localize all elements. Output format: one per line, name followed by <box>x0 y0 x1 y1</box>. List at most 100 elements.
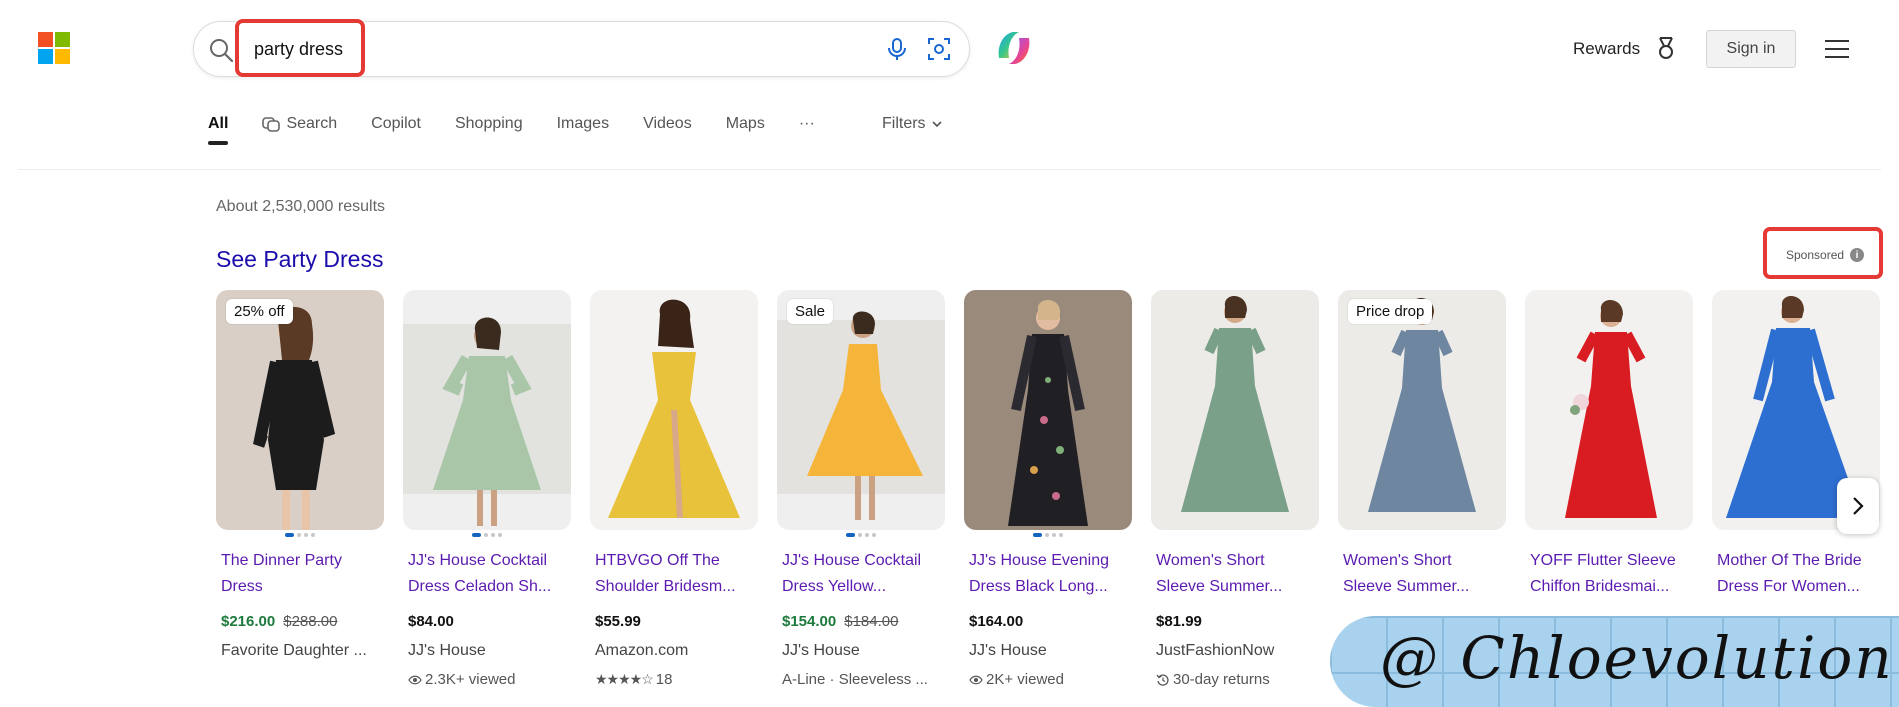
yellow-cocktail-dress-image <box>777 290 945 530</box>
view-count: 2.3K+ viewed <box>425 671 516 688</box>
product-price: $55.99 <box>595 613 641 630</box>
view-count: 2K+ viewed <box>986 671 1064 688</box>
product-title[interactable]: JJ's House Cocktail Dress Yellow... <box>782 548 942 600</box>
search-icon[interactable] <box>208 37 234 63</box>
price: $84.00 <box>408 613 454 630</box>
product-meta: 2K+ viewed <box>969 671 1131 688</box>
product-title[interactable]: JJ's House Cocktail Dress Celadon Sh... <box>408 548 568 600</box>
sale-price: $216.00 <box>221 613 276 630</box>
product-image[interactable]: 25% off <box>216 290 384 530</box>
product-title[interactable]: Women's Short Sleeve Summer... <box>1156 548 1316 600</box>
product-card[interactable]: Price drop Women's Short Sleeve Summer..… <box>1338 290 1506 595</box>
tab-images[interactable]: Images <box>557 115 609 145</box>
search-box[interactable]: party dress <box>193 19 970 77</box>
chevron-right-icon <box>1853 497 1864 515</box>
watermark-text: @ Chloevolution <box>1380 624 1894 692</box>
product-meta: 30-day returns <box>1156 671 1318 688</box>
ad-section-title[interactable]: See Party Dress <box>216 246 383 273</box>
hamburger-menu-icon[interactable] <box>1824 38 1850 60</box>
rewards-link[interactable]: Rewards <box>1573 39 1640 59</box>
header-divider <box>18 169 1881 170</box>
sale-badge: Sale <box>787 299 834 324</box>
tab-search[interactable]: Search <box>262 115 337 145</box>
product-image[interactable]: Sale <box>777 290 945 530</box>
eye-icon <box>408 675 422 684</box>
image-pager-dots[interactable] <box>777 533 945 537</box>
more-dots-icon: ··· <box>798 115 815 132</box>
product-title[interactable]: Women's Short Sleeve Summer... <box>1343 548 1503 600</box>
tab-label: Search <box>286 115 338 132</box>
tab-copilot[interactable]: Copilot <box>371 115 421 145</box>
product-title[interactable]: JJ's House Evening Dress Black Long... <box>969 548 1129 600</box>
product-attributes: A-Line · Sleeveless ... <box>782 671 928 688</box>
rewards-medal-icon[interactable] <box>1653 35 1679 61</box>
product-seller: JJ's House <box>782 642 860 659</box>
info-icon[interactable]: i <box>1850 248 1865 262</box>
copilot-icon[interactable] <box>993 28 1035 68</box>
product-card[interactable]: HTBVGO Off The Shoulder Bridesm... $55.9… <box>590 290 758 688</box>
image-pager-dots[interactable] <box>964 533 1132 537</box>
carousel-next-button[interactable] <box>1837 478 1879 534</box>
product-title[interactable]: YOFF Flutter Sleeve Chiffon Bridesmai... <box>1530 548 1690 600</box>
tab-label: Images <box>556 115 610 132</box>
price: $81.99 <box>1156 613 1202 630</box>
microsoft-logo[interactable] <box>38 32 70 64</box>
product-card[interactable]: 25% off The Dinner Party Dress $216.00 $2… <box>216 290 384 659</box>
product-price: $84.00 <box>408 613 454 630</box>
product-image[interactable] <box>1151 290 1319 530</box>
product-price: $164.00 <box>969 613 1023 630</box>
original-price: $184.00 <box>844 613 899 630</box>
product-title[interactable]: HTBVGO Off The Shoulder Bridesm... <box>595 548 755 600</box>
product-title[interactable]: The Dinner Party Dress <box>221 548 381 600</box>
logo-green-square <box>55 32 70 47</box>
stars-icon: ★★★★☆ <box>595 671 654 687</box>
product-seller: Amazon.com <box>595 642 689 659</box>
product-price: $216.00 $288.00 <box>221 613 337 630</box>
tab-label: Copilot <box>371 115 421 132</box>
black-dress-image <box>216 290 384 530</box>
product-image[interactable] <box>590 290 758 530</box>
product-meta: A-Line · Sleeveless ... <box>782 671 944 688</box>
product-card[interactable]: JJ's House Evening Dress Black Long... $… <box>964 290 1132 688</box>
sage-green-dress-image <box>1151 290 1319 530</box>
price: $55.99 <box>595 613 641 630</box>
product-card[interactable]: Women's Short Sleeve Summer... $81.99 Ju… <box>1151 290 1319 688</box>
tab-shopping[interactable]: Shopping <box>455 115 523 145</box>
red-chiffon-dress-image <box>1525 290 1693 530</box>
product-meta: 2.3K+ viewed <box>408 671 570 688</box>
filters-dropdown[interactable]: Filters <box>882 115 942 133</box>
product-seller: JJ's House <box>408 642 486 659</box>
image-pager-dots[interactable] <box>403 533 571 537</box>
sponsored-label[interactable]: Sponsored i <box>1786 248 1865 262</box>
tab-label: Videos <box>643 115 692 132</box>
search-input[interactable]: party dress <box>254 39 343 60</box>
tab-label: Maps <box>725 115 765 132</box>
filters-label: Filters <box>882 115 926 132</box>
sponsored-text: Sponsored <box>1786 248 1845 262</box>
tab-videos[interactable]: Videos <box>643 115 692 145</box>
product-image[interactable] <box>964 290 1132 530</box>
slate-blue-dress-image <box>1338 290 1506 530</box>
celadon-dress-image <box>403 290 571 530</box>
product-card[interactable]: JJ's House Cocktail Dress Celadon Sh... … <box>403 290 571 688</box>
tab-more[interactable]: ··· <box>799 115 815 145</box>
tab-all[interactable]: All <box>208 115 229 145</box>
tab-maps[interactable]: Maps <box>726 115 765 145</box>
result-count: About 2,530,000 results <box>216 198 386 215</box>
product-image[interactable]: Price drop <box>1338 290 1506 530</box>
product-image[interactable] <box>1525 290 1693 530</box>
sale-price: $154.00 <box>782 613 837 630</box>
visual-search-icon[interactable] <box>926 36 952 62</box>
watermark-banner: @ Chloevolution <box>1330 616 1899 707</box>
black-floral-gown-image <box>964 290 1132 530</box>
eye-icon <box>969 675 983 684</box>
product-title[interactable]: Mother Of The Bride Dress For Women... <box>1717 548 1877 600</box>
product-image[interactable] <box>403 290 571 530</box>
microphone-icon[interactable] <box>884 36 910 62</box>
returns-policy: 30-day returns <box>1173 671 1270 688</box>
product-card[interactable]: YOFF Flutter Sleeve Chiffon Bridesmai... <box>1525 290 1693 595</box>
chevron-down-icon <box>931 121 942 128</box>
image-pager-dots[interactable] <box>216 533 384 537</box>
sign-in-button[interactable]: Sign in <box>1706 30 1796 68</box>
product-card[interactable]: Sale JJ's House Cocktail Dress Yellow...… <box>777 290 945 688</box>
